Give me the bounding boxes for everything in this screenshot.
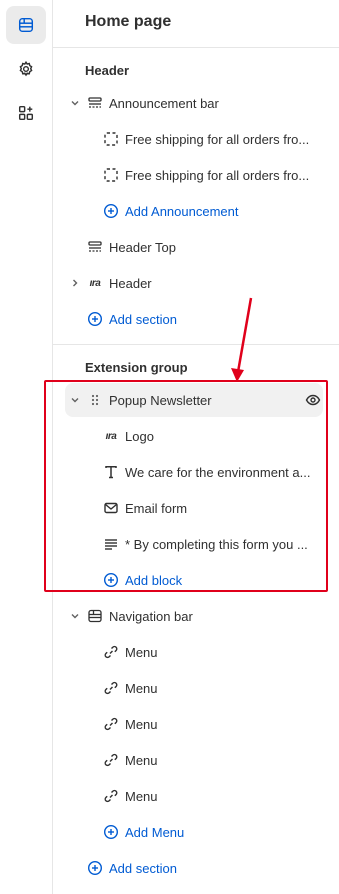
sections-button[interactable] — [6, 6, 46, 44]
link-icon — [103, 716, 119, 732]
title-divider — [53, 47, 339, 48]
section-announcement-bar[interactable]: Announcement bar — [53, 86, 339, 120]
block-label: Menu — [125, 680, 158, 696]
block-label: Menu — [125, 716, 158, 732]
block-label: Free shipping for all orders fro... — [125, 131, 310, 147]
section-header[interactable]: ıra Header — [53, 266, 339, 300]
block-label: Menu — [125, 788, 158, 804]
link-icon — [103, 788, 119, 804]
add-announcement-label: Add Announcement — [125, 203, 239, 219]
section-label: Announcement bar — [109, 95, 219, 111]
chevron-right-icon[interactable] — [70, 278, 80, 288]
plus-circle-icon — [87, 860, 103, 876]
add-section-label: Add section — [109, 311, 177, 327]
sections-panel: Home page Header Announcement bar Free s… — [44, 0, 339, 894]
link-icon — [103, 680, 119, 696]
annotation-highlight-box — [44, 380, 328, 592]
chevron-down-icon[interactable] — [70, 98, 80, 108]
chevron-down-icon[interactable] — [70, 611, 80, 621]
section-header-top[interactable]: Header Top — [53, 230, 339, 264]
add-section-label: Add section — [109, 860, 177, 876]
block-label: Free shipping for all orders fro... — [125, 167, 310, 183]
block-menu[interactable]: Menu — [53, 707, 339, 741]
section-label: Header — [109, 275, 152, 291]
announcement-bar-icon — [87, 95, 103, 111]
page-title: Home page — [85, 13, 172, 30]
plus-circle-icon — [103, 203, 119, 219]
group-label-extension: Extension group — [85, 360, 188, 375]
block-menu[interactable]: Menu — [53, 743, 339, 777]
add-section-button[interactable]: Add section — [53, 851, 339, 885]
block-menu[interactable]: Menu — [53, 635, 339, 669]
block-menu[interactable]: Menu — [53, 779, 339, 813]
apps-button[interactable] — [6, 94, 46, 132]
block-label: Menu — [125, 752, 158, 768]
logo-icon: ıra — [89, 277, 101, 289]
section-label: Header Top — [109, 239, 176, 255]
add-section-button[interactable]: Add section — [53, 302, 339, 336]
navigation-bar-icon — [87, 608, 103, 624]
block-announcement[interactable]: Free shipping for all orders fro... — [53, 122, 339, 156]
group-label-header: Header — [85, 63, 130, 78]
block-announcement[interactable]: Free shipping for all orders fro... — [53, 158, 339, 192]
section-label: Navigation bar — [109, 608, 193, 624]
section-navigation-bar[interactable]: Navigation bar — [53, 599, 339, 633]
block-menu[interactable]: Menu — [53, 671, 339, 705]
block-label: Menu — [125, 644, 158, 660]
settings-button[interactable] — [6, 50, 46, 88]
dashed-box-icon — [103, 131, 119, 147]
link-icon — [103, 644, 119, 660]
plus-circle-icon — [87, 311, 103, 327]
announcement-bar-icon — [87, 239, 103, 255]
group-divider — [53, 344, 339, 345]
apps-add-icon — [18, 105, 34, 121]
link-icon — [103, 752, 119, 768]
add-menu-button[interactable]: Add Menu — [53, 815, 339, 849]
plus-circle-icon — [103, 824, 119, 840]
add-announcement-button[interactable]: Add Announcement — [53, 194, 339, 228]
dashed-box-icon — [103, 167, 119, 183]
annotation-arrow — [231, 297, 253, 382]
sections-icon — [18, 17, 34, 33]
gear-icon — [19, 60, 33, 77]
add-menu-label: Add Menu — [125, 824, 185, 840]
